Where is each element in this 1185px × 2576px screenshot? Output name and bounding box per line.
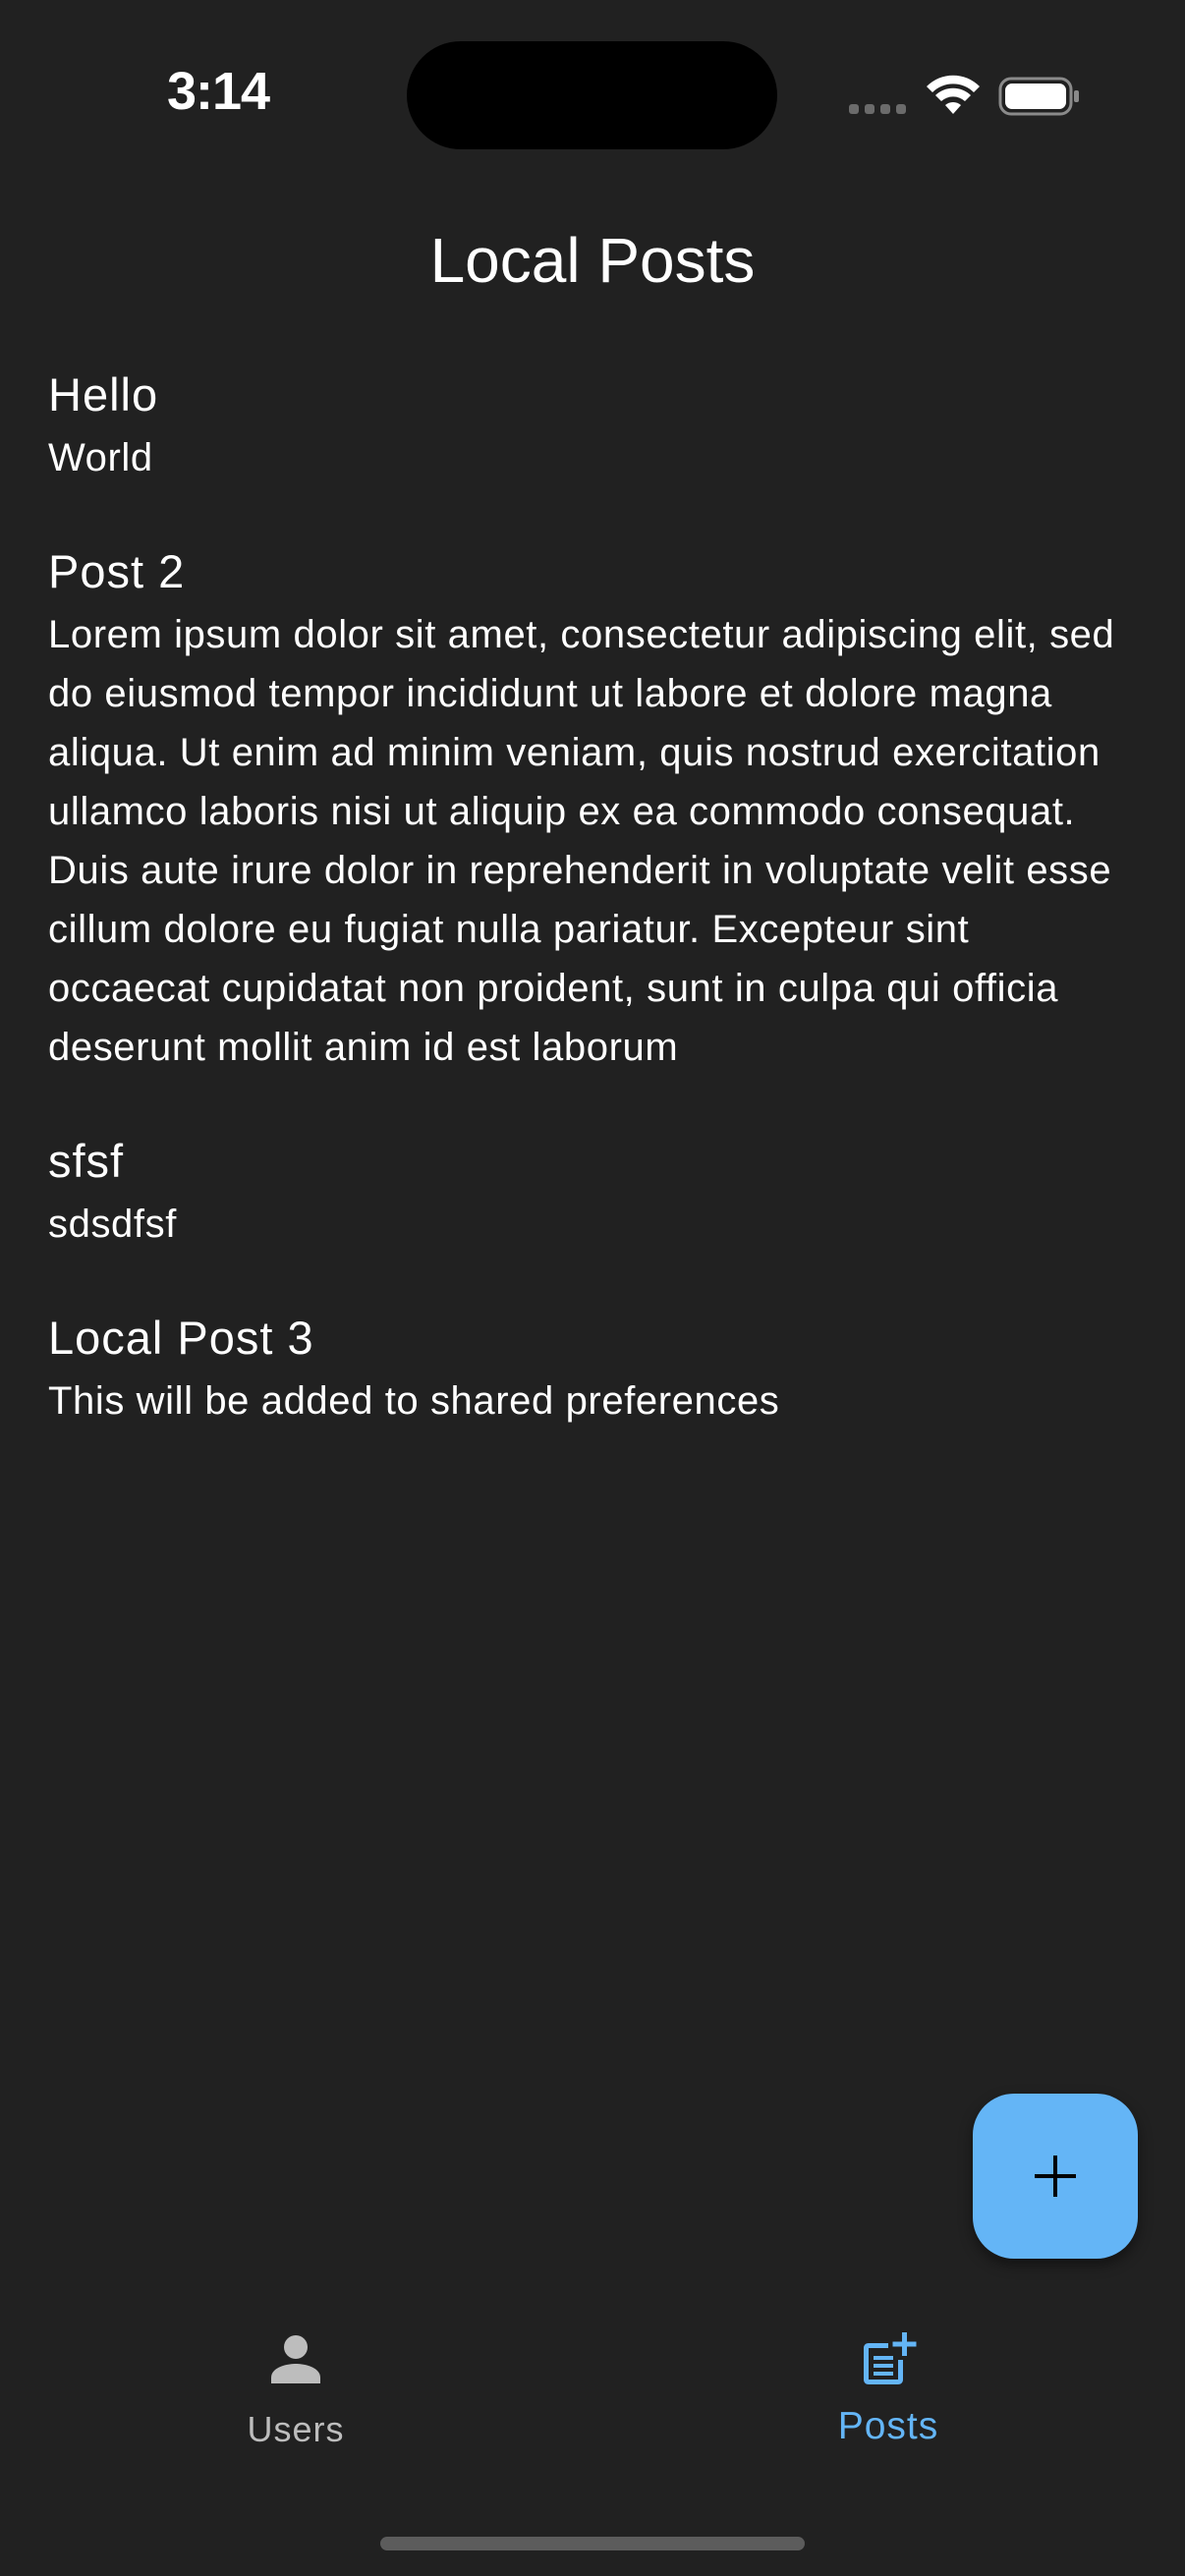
list-item[interactable]: Local Post 3 This will be added to share… — [0, 1307, 1185, 1430]
post-list: Hello World Post 2 Lorem ipsum dolor sit… — [0, 364, 1185, 1484]
list-item[interactable]: sfsf sdsdfsf — [0, 1130, 1185, 1254]
battery-icon — [998, 77, 1079, 116]
page-title: Local Posts — [429, 225, 756, 296]
dynamic-island — [407, 41, 777, 149]
home-indicator[interactable] — [380, 2537, 805, 2550]
nav-item-posts[interactable]: Posts — [741, 2299, 1036, 2476]
post-body: World — [48, 436, 153, 479]
post-add-icon — [864, 2332, 917, 2384]
wifi-icon — [927, 75, 980, 114]
plus-icon — [1035, 2156, 1076, 2197]
bottom-navigation: Users Posts — [0, 2299, 1185, 2476]
status-time: 3:14 — [167, 62, 270, 121]
post-body: Lorem ipsum dolor sit amet, consectetur … — [48, 613, 1115, 1069]
list-item[interactable]: Hello World — [0, 364, 1185, 487]
post-title: Hello — [48, 368, 159, 420]
nav-label-users: Users — [247, 2409, 345, 2449]
nav-label-posts: Posts — [837, 2405, 939, 2447]
status-bar: 3:14 — [0, 0, 1185, 196]
list-item[interactable]: Post 2 Lorem ipsum dolor sit amet, conse… — [0, 540, 1185, 1077]
cellular-signal-icon — [849, 104, 906, 114]
post-body: sdsdfsf — [48, 1203, 177, 1246]
post-title: sfsf — [48, 1135, 125, 1187]
nav-item-users[interactable]: Users — [148, 2299, 443, 2476]
post-body: This will be added to shared preferences — [48, 1379, 780, 1423]
person-icon — [271, 2335, 320, 2383]
post-title: Local Post 3 — [48, 1312, 314, 1364]
post-title: Post 2 — [48, 545, 186, 597]
add-post-button[interactable] — [973, 2094, 1138, 2259]
